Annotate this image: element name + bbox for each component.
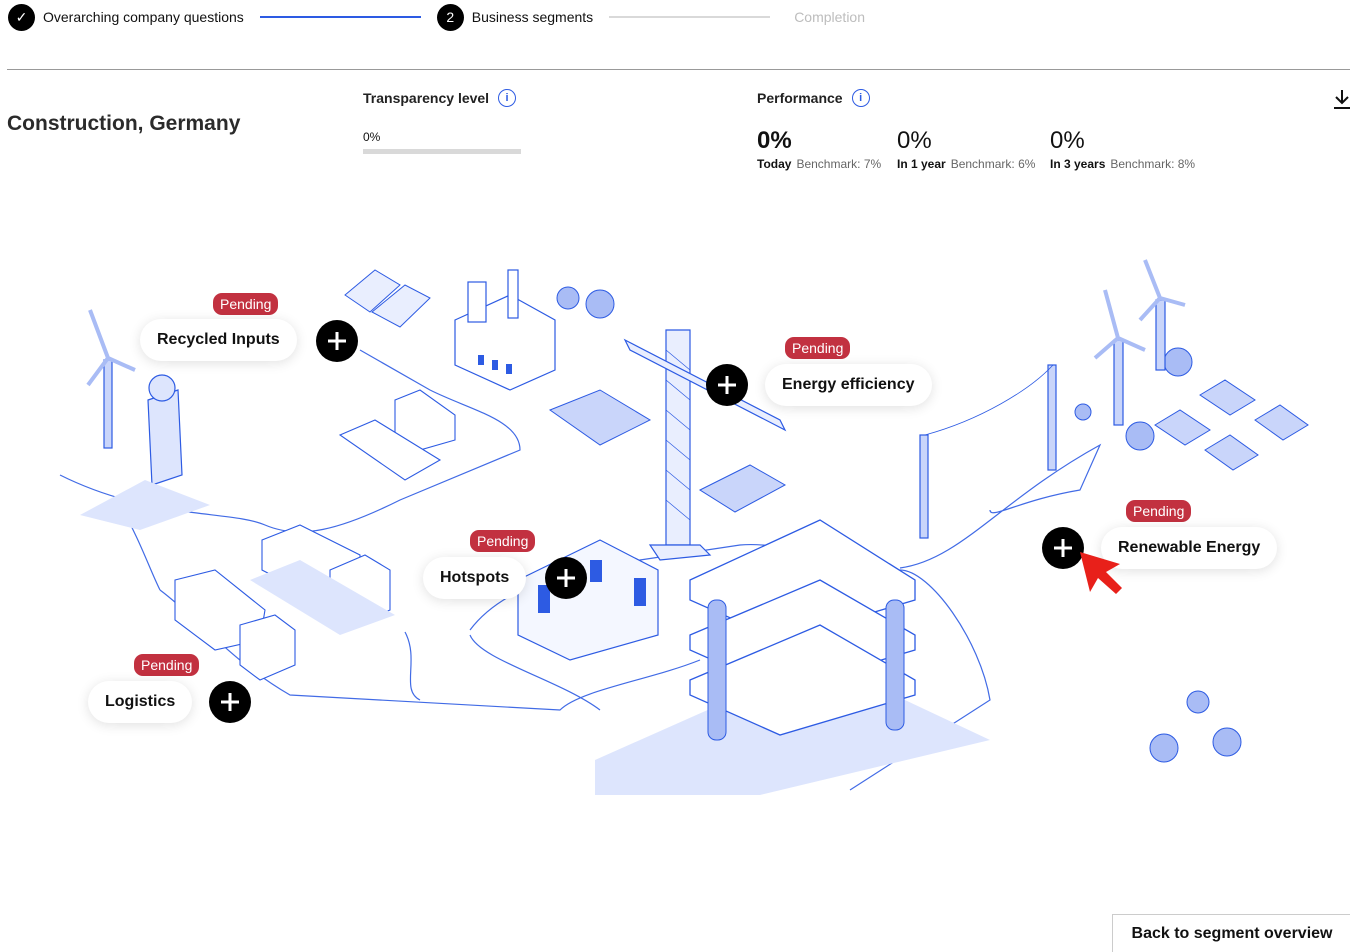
- metric-period: In 3 years: [1050, 157, 1106, 171]
- metric-3-years: 0% In 3 years Benchmark: 8%: [1050, 127, 1195, 171]
- recycled-inputs-label[interactable]: Recycled Inputs: [140, 319, 297, 361]
- transparency-value: 0%: [363, 130, 381, 144]
- renewable-energy-label[interactable]: Renewable Energy: [1101, 527, 1278, 569]
- step-connector: [609, 16, 771, 18]
- energy-efficiency-label[interactable]: Energy efficiency: [765, 364, 932, 406]
- metric-1-year: 0% In 1 year Benchmark: 6%: [897, 127, 1035, 171]
- hotspots-status-badge: Pending: [470, 530, 536, 552]
- metric-benchmark: Benchmark: 7%: [796, 157, 882, 171]
- metric-value: 0%: [897, 127, 932, 154]
- page-title: Construction, Germany: [7, 112, 241, 135]
- metric-value: 0%: [1050, 127, 1085, 154]
- step-connector: [259, 16, 421, 18]
- header-divider: [7, 69, 1350, 70]
- performance-label: Performance: [757, 90, 843, 106]
- step-1-check-icon: ✓: [8, 3, 35, 31]
- step-2-number: 2: [436, 3, 464, 31]
- recycled-inputs-plus-button[interactable]: [316, 320, 358, 362]
- back-to-segment-overview-button[interactable]: Back to segment overview: [1112, 914, 1350, 952]
- plus-icon: [221, 693, 239, 711]
- transparency-progress-bar: [363, 149, 521, 154]
- cursor-arrow-icon: [1080, 552, 1122, 594]
- progress-stepper: ✓ Overarching company questions 2 Busine…: [8, 3, 865, 31]
- plus-icon: [1054, 539, 1072, 557]
- energy-efficiency-status-badge: Pending: [785, 337, 851, 359]
- hotspots-plus-button[interactable]: [545, 557, 587, 599]
- metric-today: 0% Today Benchmark: 7%: [757, 127, 881, 171]
- metric-benchmark: Benchmark: 6%: [950, 157, 1036, 171]
- plus-icon: [328, 332, 346, 350]
- info-icon[interactable]: i: [851, 89, 870, 107]
- download-icon[interactable]: [1332, 88, 1350, 110]
- logistics-status-badge: Pending: [134, 654, 200, 676]
- step-2-label[interactable]: Business segments: [472, 9, 593, 25]
- energy-efficiency-plus-button[interactable]: [706, 364, 748, 406]
- metric-value: 0%: [757, 127, 792, 154]
- plus-icon: [557, 569, 575, 587]
- recycled-inputs-status-badge: Pending: [213, 293, 279, 315]
- transparency-panel: Transparency level i 0%: [363, 89, 521, 154]
- transparency-label: Transparency level: [363, 90, 490, 106]
- logistics-label[interactable]: Logistics: [88, 681, 193, 723]
- info-icon[interactable]: i: [498, 89, 517, 107]
- hotspots-label[interactable]: Hotspots: [423, 557, 527, 599]
- step-3-label: Completion: [794, 9, 866, 25]
- renewable-energy-status-badge: Pending: [1126, 500, 1192, 522]
- logistics-plus-button[interactable]: [209, 681, 251, 723]
- metric-period: Today: [757, 157, 792, 171]
- step-1-label[interactable]: Overarching company questions: [43, 9, 244, 25]
- performance-panel: Performance i 0% Today Benchmark: 7% 0% I…: [757, 89, 1195, 171]
- plus-icon: [718, 376, 736, 394]
- metric-period: In 1 year: [897, 157, 946, 171]
- metric-benchmark: Benchmark: 8%: [1110, 157, 1196, 171]
